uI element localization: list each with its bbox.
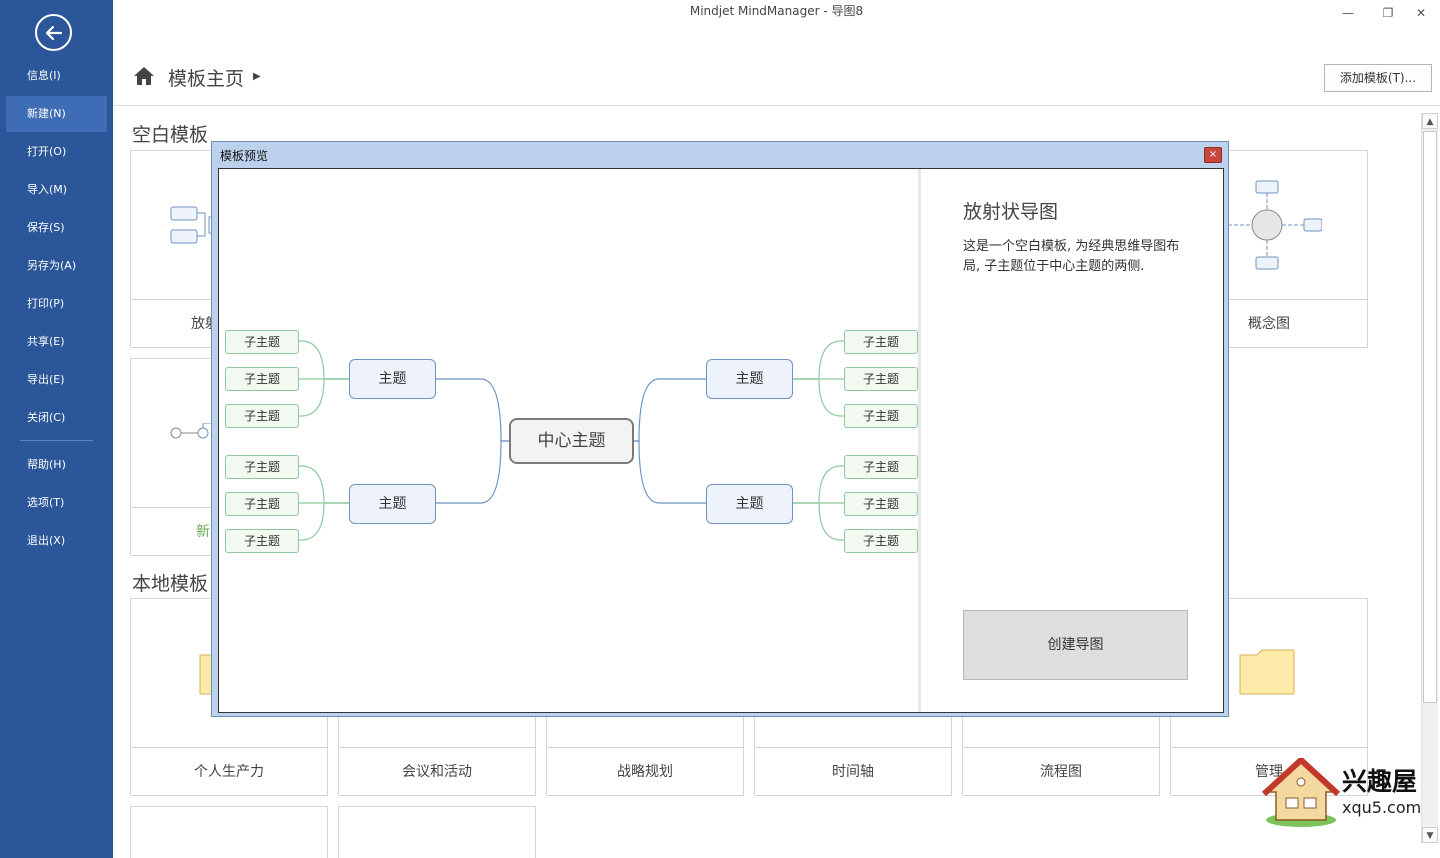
menu-item-options[interactable]: 选项(T) bbox=[6, 485, 107, 521]
scroll-down-icon[interactable]: ▼ bbox=[1422, 827, 1438, 843]
menu-item-help[interactable]: 帮助(H) bbox=[6, 447, 107, 483]
blank-templates-title: 空白模板 bbox=[132, 124, 209, 146]
main-topic[interactable]: 主题 bbox=[706, 359, 793, 399]
central-topic[interactable]: 中心主题 bbox=[509, 418, 634, 464]
menu-item-info[interactable]: 信息(I) bbox=[6, 58, 107, 94]
create-map-button[interactable]: 创建导图 bbox=[963, 610, 1188, 680]
scroll-up-icon[interactable]: ▲ bbox=[1422, 113, 1438, 129]
close-window-button[interactable]: ✕ bbox=[1406, 2, 1436, 24]
main-topic[interactable]: 主题 bbox=[349, 484, 436, 524]
subtopic[interactable]: 子主题 bbox=[225, 492, 299, 516]
subtopic[interactable]: 子主题 bbox=[225, 330, 299, 354]
dialog-body: 中心主题 主题 主题 主题 主题 子主题 子主题 子主题 子主题 子主题 子主题… bbox=[218, 168, 1224, 713]
menu-item-export[interactable]: 导出(E) bbox=[6, 362, 107, 398]
subtopic[interactable]: 子主题 bbox=[225, 367, 299, 391]
subtopic[interactable]: 子主题 bbox=[225, 455, 299, 479]
subtopic[interactable]: 子主题 bbox=[225, 529, 299, 553]
local-templates-title: 本地模板 bbox=[132, 573, 209, 595]
close-icon: × bbox=[1208, 149, 1218, 160]
breadcrumb-arrow-icon[interactable]: ▶ bbox=[253, 71, 261, 82]
window-titlebar: Mindjet MindManager - 导图8 — ❐ ✕ bbox=[113, 0, 1440, 24]
watermark-name: 兴趣屋 bbox=[1342, 767, 1418, 796]
concept-map-thumbnail-icon bbox=[1228, 180, 1322, 270]
window-title: Mindjet MindManager - 导图8 bbox=[689, 4, 864, 18]
restore-button[interactable]: ❐ bbox=[1373, 2, 1403, 24]
menu-item-open[interactable]: 打开(O) bbox=[6, 134, 107, 170]
home-icon[interactable] bbox=[133, 66, 155, 86]
template-card[interactable] bbox=[130, 806, 328, 858]
minimize-button[interactable]: — bbox=[1333, 2, 1363, 24]
template-card-label: 会议和活动 bbox=[339, 747, 535, 795]
template-card-label: 个人生产力 bbox=[131, 747, 327, 795]
close-icon: ✕ bbox=[1415, 6, 1427, 20]
menu-item-save-as[interactable]: 另存为(A) bbox=[6, 248, 107, 284]
folder-icon bbox=[1239, 649, 1295, 695]
menu-item-close[interactable]: 关闭(C) bbox=[6, 400, 107, 436]
menu-item-save[interactable]: 保存(S) bbox=[6, 210, 107, 246]
page-header: 模板主页 ▶ 添加模板(T)... bbox=[113, 48, 1440, 106]
subtopic[interactable]: 子主题 bbox=[844, 455, 918, 479]
template-info-pane: 放射状导图 这是一个空白模板, 为经典思维导图布局, 子主题位于中心主题的两侧.… bbox=[924, 169, 1223, 712]
scroll-thumb[interactable] bbox=[1423, 131, 1437, 703]
dialog-title: 模板预览 bbox=[220, 149, 269, 163]
subtopic[interactable]: 子主题 bbox=[844, 529, 918, 553]
subtopic[interactable]: 子主题 bbox=[844, 367, 918, 391]
main-topic[interactable]: 主题 bbox=[349, 359, 436, 399]
dialog-close-button[interactable]: × bbox=[1204, 147, 1222, 163]
subtopic[interactable]: 子主题 bbox=[844, 404, 918, 428]
menu-item-share[interactable]: 共享(E) bbox=[6, 324, 107, 360]
menu-item-new[interactable]: 新建(N) bbox=[6, 96, 107, 132]
template-card[interactable] bbox=[338, 806, 536, 858]
menu-divider bbox=[20, 440, 93, 441]
add-template-button[interactable]: 添加模板(T)... bbox=[1324, 64, 1432, 92]
template-card-label: 战略规划 bbox=[547, 747, 743, 795]
template-preview-dialog: 模板预览 × 中心主题 主题 主题 主题 主题 子主题 子主题 子主题 子主题 … bbox=[211, 141, 1229, 717]
subtopic[interactable]: 子主题 bbox=[844, 492, 918, 516]
template-name: 放射状导图 bbox=[963, 201, 1059, 223]
main-topic[interactable]: 主题 bbox=[706, 484, 793, 524]
restore-icon: ❐ bbox=[1382, 6, 1394, 20]
template-description: 这是一个空白模板, 为经典思维导图布局, 子主题位于中心主题的两侧. bbox=[963, 239, 1180, 274]
subtopic[interactable]: 子主题 bbox=[225, 404, 299, 428]
page-title: 模板主页 bbox=[168, 68, 245, 90]
menu-item-exit[interactable]: 退出(X) bbox=[6, 523, 107, 559]
menu-item-print[interactable]: 打印(P) bbox=[6, 286, 107, 322]
back-arrow-icon bbox=[45, 25, 63, 41]
subtopic[interactable]: 子主题 bbox=[844, 330, 918, 354]
watermark-logo: 兴趣屋 xqu5.com bbox=[1261, 757, 1432, 828]
house-logo-icon bbox=[1261, 757, 1341, 827]
backstage-menu: 信息(I) 新建(N) 打开(O) 导入(M) 保存(S) 另存为(A) 打印(… bbox=[0, 58, 113, 561]
menu-item-import[interactable]: 导入(M) bbox=[6, 172, 107, 208]
template-card-label: 流程图 bbox=[963, 747, 1159, 795]
minimize-icon: — bbox=[1342, 6, 1354, 20]
watermark-url: xqu5.com bbox=[1342, 798, 1422, 817]
content-scrollbar[interactable]: ▲ ▼ bbox=[1421, 113, 1438, 843]
template-card-label: 时间轴 bbox=[755, 747, 951, 795]
back-button[interactable] bbox=[35, 14, 72, 51]
map-preview: 中心主题 主题 主题 主题 主题 子主题 子主题 子主题 子主题 子主题 子主题… bbox=[219, 169, 921, 712]
backstage-sidebar: 信息(I) 新建(N) 打开(O) 导入(M) 保存(S) 另存为(A) 打印(… bbox=[0, 0, 113, 858]
